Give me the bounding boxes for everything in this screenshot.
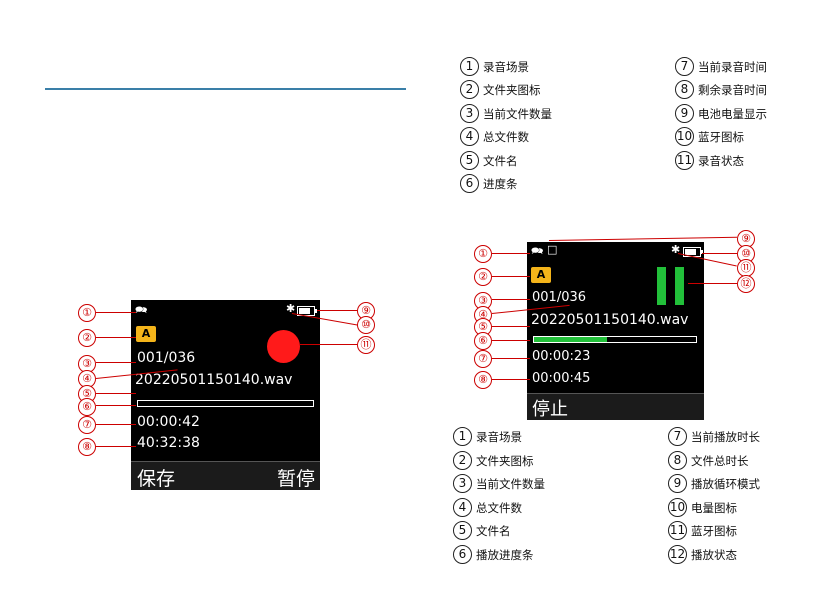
callout-8: ⑧ (474, 371, 492, 389)
callout-1: ① (474, 245, 492, 263)
leader-9 (317, 310, 357, 311)
legend-item: 7 当前播放时长 (668, 427, 760, 446)
callout-6: ⑥ (78, 398, 96, 416)
header-divider (45, 88, 406, 90)
leader-3 (96, 362, 136, 363)
recording-screen: 🗪 ✱ A 001/036 20220501150140.wav 00:00:4… (131, 300, 320, 490)
callout-1: ① (78, 304, 96, 322)
callout-2: ② (474, 268, 492, 286)
leader-11 (300, 344, 357, 345)
pause-bar-left (657, 267, 666, 305)
callout-2: ② (78, 329, 96, 347)
leader-1 (492, 253, 530, 254)
leader-8 (492, 379, 530, 380)
pause-bar-right (675, 267, 684, 305)
legend-item: 6 进度条 (460, 174, 518, 193)
legend-item: 4 总文件数 (460, 127, 529, 146)
callout-6: ⑥ (474, 332, 492, 350)
legend-item: 8 文件总时长 (668, 451, 749, 470)
callout-10: ⑩ (357, 316, 375, 334)
leader-12 (688, 283, 737, 284)
folder-icon: A (531, 267, 551, 283)
file-count: 001/036 (137, 350, 196, 366)
current-record-time: 00:00:42 (137, 414, 200, 430)
leader-2 (96, 337, 136, 338)
current-play-time: 00:00:23 (532, 349, 591, 364)
file-name: 20220501150140.wav (135, 372, 293, 388)
legend-item: 2 文件夹图标 (460, 80, 541, 99)
softkey-bar: 停止 (527, 393, 704, 420)
total-file-time: 00:00:45 (532, 371, 591, 386)
leader-2 (492, 276, 530, 277)
play-progress-bar (533, 336, 697, 343)
file-count: 001/036 (532, 290, 587, 305)
legend-item: 7 当前录音时间 (675, 57, 767, 76)
legend-item: 4 总文件数 (453, 498, 522, 517)
legend-item: 8 剩余录音时间 (675, 80, 767, 99)
callout-11: ⑪ (357, 336, 375, 354)
leader-6 (96, 405, 136, 406)
legend-item: 2 文件夹图标 (453, 451, 534, 470)
loop-mode-icon: □ (547, 243, 558, 256)
scene-icon: 🗪 (135, 305, 148, 316)
softkey-bar: 保存 暂停 (131, 461, 320, 490)
leader-5 (492, 326, 530, 327)
folder-icon: A (136, 326, 156, 342)
legend-item: 1 录音场景 (453, 427, 522, 446)
leader-10 (702, 253, 737, 254)
legend-item: 1 录音场景 (460, 57, 529, 76)
record-status-indicator (267, 330, 300, 363)
playback-screen: 🗪 □ ✱ A 001/036 20220501150140.wav 00:00… (527, 242, 704, 420)
play-progress-fill (534, 337, 607, 342)
legend-item: 9 电池电量显示 (675, 104, 767, 123)
legend-item: 10 蓝牙图标 (675, 127, 744, 146)
callout-7: ⑦ (474, 350, 492, 368)
legend-item: 3 当前文件数量 (453, 474, 545, 493)
legend-item: 9 播放循环模式 (668, 474, 760, 493)
callout-12: ⑫ (737, 275, 755, 293)
legend-item: 5 文件名 (460, 151, 518, 170)
leader-9 (548, 236, 737, 241)
leader-6 (492, 340, 530, 341)
stop-button[interactable]: 停止 (532, 395, 568, 420)
leader-7 (492, 358, 530, 359)
remaining-record-time: 40:32:38 (137, 435, 200, 451)
save-button[interactable]: 保存 (137, 464, 175, 490)
leader-3 (492, 299, 530, 300)
legend-item: 12 播放状态 (668, 545, 737, 564)
legend-item: 6 播放进度条 (453, 545, 534, 564)
legend-item: 11 录音状态 (675, 151, 744, 170)
leader-1 (96, 312, 136, 313)
scene-icon: 🗪 (531, 246, 544, 257)
leader-8 (96, 446, 136, 447)
leader-5 (96, 393, 136, 394)
leader-7 (96, 424, 136, 425)
progress-bar (137, 400, 314, 407)
callout-7: ⑦ (78, 416, 96, 434)
legend-item: 10 电量图标 (668, 498, 737, 517)
callout-8: ⑧ (78, 438, 96, 456)
legend-item: 11 蓝牙图标 (668, 521, 737, 540)
file-name: 20220501150140.wav (531, 312, 689, 328)
legend-item: 5 文件名 (453, 521, 511, 540)
pause-button[interactable]: 暂停 (277, 464, 315, 490)
legend-item: 3 当前文件数量 (460, 104, 552, 123)
